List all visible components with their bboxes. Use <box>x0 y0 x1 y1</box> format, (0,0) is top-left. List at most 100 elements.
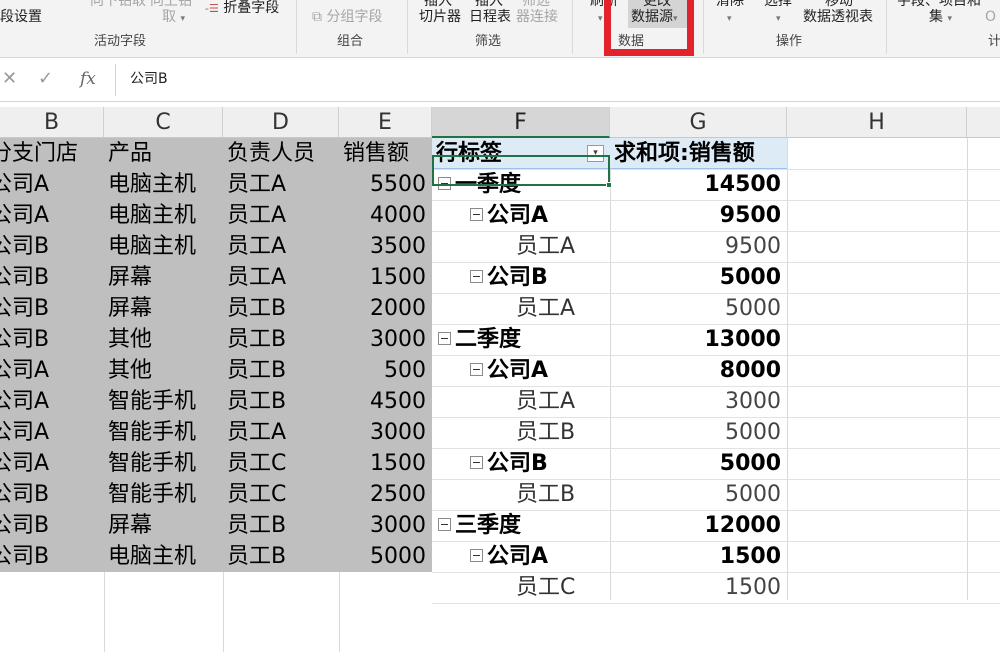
select-dropdown-icon[interactable]: ▾ <box>776 8 781 28</box>
pivot-sum-header[interactable]: 求和项:销售额 <box>610 138 787 169</box>
collapse-toggle-icon[interactable] <box>470 208 483 221</box>
source-cell[interactable]: 公司A <box>0 355 104 386</box>
source-cell[interactable]: 公司B <box>0 324 104 355</box>
source-cell[interactable]: 公司B <box>0 293 104 324</box>
source-cell[interactable]: 4500 <box>339 386 432 417</box>
source-cell[interactable]: 公司A <box>0 169 104 200</box>
pivot-row-label[interactable]: 二季度 <box>432 324 610 355</box>
source-cell[interactable]: 屏幕 <box>104 293 223 324</box>
column-header-d[interactable]: D <box>223 107 339 138</box>
pivot-row-label[interactable]: 员工A <box>432 231 610 262</box>
source-header-cell[interactable]: 负责人员 <box>223 138 339 169</box>
pivot-value[interactable]: 5000 <box>610 262 787 293</box>
pivot-value[interactable]: 1500 <box>610 541 787 572</box>
pivot-row-label[interactable]: 公司A <box>432 200 610 231</box>
source-cell[interactable]: 1500 <box>339 262 432 293</box>
pivot-row-label[interactable]: 公司A <box>432 541 610 572</box>
pivot-value[interactable]: 5000 <box>610 448 787 479</box>
pivot-row-label[interactable]: 公司B <box>432 262 610 293</box>
source-cell[interactable]: 其他 <box>104 324 223 355</box>
pivot-row-label[interactable]: 公司B <box>432 448 610 479</box>
column-header-b[interactable]: B <box>0 107 104 138</box>
collapse-toggle-icon[interactable] <box>470 270 483 283</box>
column-header-c[interactable]: C <box>104 107 223 138</box>
source-cell[interactable]: 3000 <box>339 324 432 355</box>
cancel-icon[interactable]: ✕ <box>2 68 17 90</box>
source-cell[interactable]: 4000 <box>339 200 432 231</box>
column-header-g[interactable]: G <box>610 107 787 138</box>
source-cell[interactable]: 公司B <box>0 541 104 572</box>
source-cell[interactable]: 公司A <box>0 417 104 448</box>
source-cell[interactable]: 电脑主机 <box>104 231 223 262</box>
source-header-cell[interactable]: 销售额 <box>339 138 432 169</box>
move-pivot-button[interactable]: 数据透视表 <box>803 8 873 26</box>
collapse-toggle-icon[interactable] <box>470 456 483 469</box>
pivot-row-label[interactable]: 公司A <box>432 355 610 386</box>
source-cell[interactable]: 员工C <box>223 479 339 510</box>
pivot-value[interactable]: 5000 <box>610 479 787 510</box>
source-cell[interactable]: 2500 <box>339 479 432 510</box>
collapse-field-button[interactable]: -☰ 折叠字段 <box>205 0 279 18</box>
field-settings-button[interactable]: 段设置 <box>0 8 42 26</box>
source-cell[interactable]: 员工B <box>223 510 339 541</box>
source-cell[interactable]: 智能手机 <box>104 448 223 479</box>
column-header-i[interactable] <box>967 107 1000 138</box>
filter-connections-button[interactable]: 器连接 <box>516 8 558 26</box>
source-header-cell[interactable]: 产品 <box>104 138 223 169</box>
pivot-row-label[interactable]: 三季度 <box>432 510 610 541</box>
source-cell[interactable]: 公司A <box>0 448 104 479</box>
pivot-row-label[interactable]: 员工B <box>432 417 610 448</box>
source-cell[interactable]: 3500 <box>339 231 432 262</box>
group-field-button[interactable]: ⧉ 分组字段 <box>312 8 382 26</box>
source-cell[interactable]: 员工B <box>223 293 339 324</box>
source-cell[interactable]: 员工A <box>223 231 339 262</box>
pivot-value[interactable]: 9500 <box>610 231 787 262</box>
collapse-toggle-icon[interactable] <box>438 518 451 531</box>
pivot-value[interactable]: 13000 <box>610 324 787 355</box>
source-cell[interactable]: 5500 <box>339 169 432 200</box>
source-cell[interactable]: 员工A <box>223 169 339 200</box>
collapse-toggle-icon[interactable] <box>470 363 483 376</box>
more-button[interactable]: O <box>985 8 996 26</box>
insert-slicer-button[interactable]: 切片器 <box>419 8 461 26</box>
enter-icon[interactable]: ✓ <box>38 68 53 90</box>
fields-items-sets-button[interactable]: 集 ▾ <box>929 8 952 28</box>
pivot-value[interactable]: 14500 <box>610 169 787 200</box>
collapse-toggle-icon[interactable] <box>470 549 483 562</box>
pivot-value[interactable]: 9500 <box>610 200 787 231</box>
source-cell[interactable]: 5000 <box>339 541 432 572</box>
drill-down-button[interactable]: 向下钻取 <box>90 0 146 10</box>
pivot-row-label[interactable]: 员工A <box>432 293 610 324</box>
source-cell[interactable]: 电脑主机 <box>104 541 223 572</box>
pivot-row-label[interactable]: 员工A <box>432 386 610 417</box>
source-cell[interactable]: 其他 <box>104 355 223 386</box>
pivot-value[interactable]: 5000 <box>610 293 787 324</box>
source-cell[interactable]: 公司B <box>0 510 104 541</box>
source-cell[interactable]: 员工B <box>223 386 339 417</box>
source-cell[interactable]: 员工A <box>223 262 339 293</box>
source-cell[interactable]: 电脑主机 <box>104 200 223 231</box>
source-cell[interactable]: 2000 <box>339 293 432 324</box>
source-cell[interactable]: 公司B <box>0 262 104 293</box>
source-cell[interactable]: 智能手机 <box>104 479 223 510</box>
pivot-row-label[interactable]: 员工B <box>432 479 610 510</box>
collapse-toggle-icon[interactable] <box>438 332 451 345</box>
source-cell[interactable]: 员工B <box>223 355 339 386</box>
source-cell[interactable]: 员工B <box>223 541 339 572</box>
source-cell[interactable]: 智能手机 <box>104 386 223 417</box>
source-header-cell[interactable]: 分支门店 <box>0 138 104 169</box>
pivot-value[interactable]: 8000 <box>610 355 787 386</box>
source-cell[interactable]: 公司B <box>0 479 104 510</box>
source-cell[interactable]: 3000 <box>339 417 432 448</box>
source-cell[interactable]: 智能手机 <box>104 417 223 448</box>
clear-dropdown-icon[interactable]: ▾ <box>727 8 732 28</box>
fill-handle[interactable] <box>606 182 612 188</box>
source-cell[interactable]: 屏幕 <box>104 262 223 293</box>
formula-input[interactable]: 公司B <box>115 64 1000 96</box>
source-cell[interactable]: 员工C <box>223 448 339 479</box>
source-cell[interactable]: 员工A <box>223 200 339 231</box>
source-cell[interactable]: 3000 <box>339 510 432 541</box>
column-header-h[interactable]: H <box>787 107 967 138</box>
source-cell[interactable]: 员工B <box>223 324 339 355</box>
source-cell[interactable]: 员工A <box>223 417 339 448</box>
